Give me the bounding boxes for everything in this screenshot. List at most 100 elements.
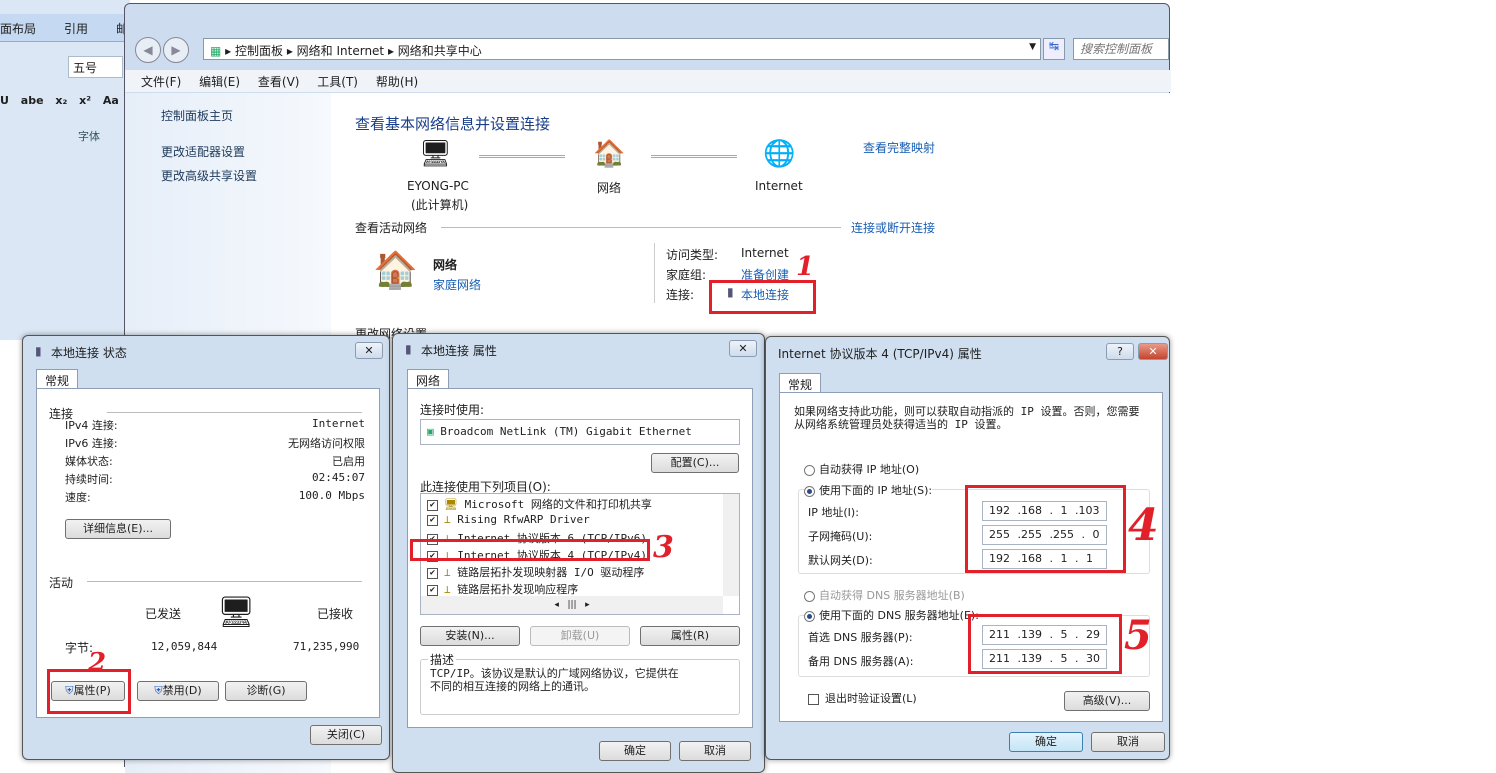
list-item[interactable]: ✔🖥 Microsoft 网络的文件和打印机共享 [427,496,652,512]
horizontal-scrollbar[interactable]: ◂ ||| ▸ [421,596,723,614]
auto-dns-label: 自动获得 DNS 服务器地址(B) [819,589,965,602]
dialog-title: 本地连接 状态 [51,344,127,361]
configure-button[interactable]: 配置(C)... [651,453,739,473]
font-size-select[interactable]: 五号 [68,56,123,78]
details-button[interactable]: 详细信息(E)... [65,519,171,539]
protocol-icon: ⊥ [444,583,451,596]
menu-help[interactable]: 帮助(H) [376,75,418,89]
refresh-button[interactable]: ↹ [1043,38,1065,60]
menu-view[interactable]: 查看(V) [258,75,300,89]
annotation-3: 3 [653,530,674,565]
search-input[interactable] [1073,38,1169,60]
view-full-map-link[interactable]: 查看完整映射 [863,139,935,156]
menu-file[interactable]: 文件(F) [141,75,181,89]
manual-dns-radio[interactable]: 使用下面的 DNS 服务器地址(E): [804,607,979,623]
list-item-label: 链路层拓扑发现响应程序 [457,583,578,596]
font-size-value: 五号 [73,61,97,75]
close-icon[interactable]: ✕ [729,340,757,357]
install-button[interactable]: 安装(N)... [420,626,520,646]
computer-icon: 🖥 [419,139,452,169]
description-text: TCP/IP。该协议是默认的广域网络协议，它提供在不同的相互连接的网络上的通讯。 [430,667,680,693]
manual-ip-radio[interactable]: 使用下面的 IP 地址(S): [804,482,932,498]
help-button[interactable]: ? [1106,343,1134,360]
auto-ip-radio[interactable]: 自动获得 IP 地址(O) [804,461,919,477]
preferred-dns-label: 首选 DNS 服务器(P): [808,629,913,645]
house-icon: 🏠 [593,139,625,169]
received-label: 已接收 [317,605,353,622]
word-ribbon: 面布局 引用 邮 五号 U abe x₂ x² Aa 字体 [0,0,130,340]
address-bar[interactable]: ▦ ▸ 控制面板 ▸ 网络和 Internet ▸ 网络和共享中心 ▼ [203,38,1041,60]
annotation-box-1 [709,280,816,314]
annotation-box-3 [410,539,650,561]
superscript-button[interactable]: x² [79,94,91,107]
strikethrough-button[interactable]: abe [21,94,44,107]
list-item[interactable]: ✔⊥ Rising RfwARP Driver [427,513,590,526]
status-row-label: 持续时间: [65,471,113,487]
sidebar-item-adapter[interactable]: 更改适配器设置 [161,143,245,160]
ribbon-tab[interactable]: 引用 [64,20,88,37]
validate-checkbox[interactable]: 退出时验证设置(L) [808,690,917,706]
cancel-button[interactable]: 取消 [1091,732,1165,752]
status-row-value: 100.0 Mbps [299,489,365,502]
ribbon-tab[interactable]: 面布局 [0,20,36,37]
item-checkbox[interactable]: ✔ [427,500,438,511]
disable-button[interactable]: ⛨禁用(D) [137,681,219,701]
chevron-down-icon[interactable]: ▼ [1029,42,1036,52]
breadcrumb-item[interactable]: 控制面板 [235,44,283,58]
description-label: 描述 [428,651,456,668]
item-checkbox[interactable]: ✔ [427,568,438,579]
control-panel-icon: ▦ [210,44,221,58]
case-button[interactable]: Aa [103,94,119,107]
underline-button[interactable]: U [0,94,9,107]
tab-networking[interactable]: 网络 [407,369,449,389]
sent-label: 已发送 [145,605,181,622]
annotation-2: 2 [88,648,106,678]
status-row-value: Internet [312,417,365,430]
protocol-icon: ⊥ [444,513,451,526]
ok-button[interactable]: 确定 [1009,732,1083,752]
home-network-link[interactable]: 家庭网络 [433,276,481,293]
vertical-scrollbar[interactable] [723,494,739,596]
breadcrumb-item[interactable]: 网络和共享中心 [398,44,482,58]
activity-section-label: 活动 [49,574,73,591]
annotation-1: 1 [796,252,814,282]
list-item-label: Microsoft 网络的文件和打印机共享 [465,498,652,511]
item-properties-button[interactable]: 属性(R) [640,626,740,646]
tab-general[interactable]: 常规 [779,373,821,393]
annotation-box-5 [968,614,1122,674]
annotation-4: 4 [1128,500,1159,551]
close-button[interactable]: 关闭(C) [310,725,382,745]
ok-button[interactable]: 确定 [599,741,671,761]
cancel-button[interactable]: 取消 [679,741,751,761]
dialog-title: 本地连接 属性 [421,342,497,359]
list-item-label: 链路层拓扑发现映射器 I/O 驱动程序 [457,566,644,579]
tab-general[interactable]: 常规 [36,369,78,389]
close-icon[interactable]: ✕ [1138,343,1168,360]
network-name: 网络 [433,256,457,273]
alternate-dns-label: 备用 DNS 服务器(A): [808,653,914,669]
forward-button[interactable]: ▶ [163,37,189,63]
connect-disconnect-link[interactable]: 连接或断开连接 [851,219,935,236]
internet-label: Internet [755,179,803,193]
homegroup-label: 家庭组: [666,266,706,283]
menu-tools[interactable]: 工具(T) [317,75,358,89]
adapter-name: Broadcom NetLink (TM) Gigabit Ethernet [440,425,692,438]
back-button[interactable]: ◀ [135,37,161,63]
subscript-button[interactable]: x₂ [55,94,67,107]
breadcrumb-item[interactable]: 网络和 Internet [297,44,384,58]
close-icon[interactable]: ✕ [355,342,383,359]
menu-edit[interactable]: 编辑(E) [199,75,240,89]
list-item[interactable]: ✔ ⊥ 链路层拓扑发现响应程序 [427,581,578,597]
annotation-5: 5 [1124,612,1152,659]
sidebar-item-advanced-sharing[interactable]: 更改高级共享设置 [161,167,257,184]
sidebar-item-home[interactable]: 控制面板主页 [161,107,233,124]
advanced-button[interactable]: 高级(V)... [1064,691,1150,711]
manual-dns-label: 使用下面的 DNS 服务器地址(E): [819,609,979,622]
auto-ip-label: 自动获得 IP 地址(O) [819,463,919,476]
diagnose-button[interactable]: 诊断(G) [225,681,307,701]
list-item[interactable]: ✔⊥ 链路层拓扑发现映射器 I/O 驱动程序 [427,564,644,580]
item-checkbox[interactable]: ✔ [427,515,438,526]
computer-sub: (此计算机) [411,196,468,213]
item-checkbox[interactable]: ✔ [427,585,438,596]
status-row-label: IPv6 连接: [65,435,118,451]
